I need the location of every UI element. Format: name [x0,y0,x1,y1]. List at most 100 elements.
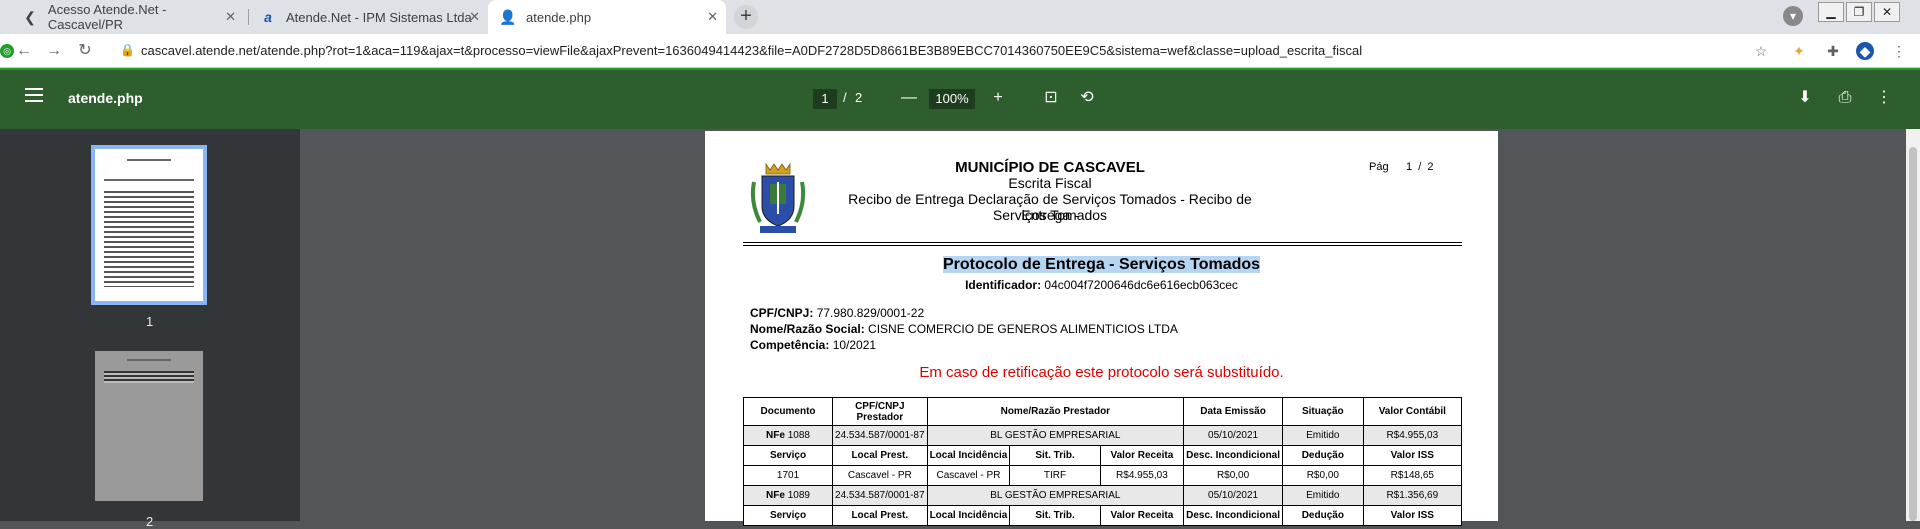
cpf-line: CPF/CNPJ: 77.980.829/0001-22 [750,306,924,320]
vertical-scrollbar[interactable] [1906,129,1920,521]
document-viewport[interactable]: MUNICÍPIO DE CASCAVEL Escrita Fiscal Rec… [300,129,1906,526]
tab-atende-net[interactable]: a Atende.Net - IPM Sistemas Ltda ✕ [252,0,488,34]
situacao-cell: Emitido [1282,485,1364,506]
scrollbar-thumb[interactable] [1909,147,1917,521]
servico-cell: R$148,65 [1362,465,1463,486]
thumbnail-page-2[interactable] [95,351,203,501]
selected-text[interactable]: Protocolo de Entrega - Serviços Tomados [942,256,1261,273]
zoom-in-button[interactable]: + [986,86,1010,110]
data-cell: 05/10/2021 [1183,425,1284,446]
servico-row: 1701 Cascavel - PR Cascavel - PR TIRF R$… [742,465,1463,486]
page-number-input[interactable]: 1 [813,89,837,109]
atende-logo-icon: a [264,9,272,25]
recibo-line-2: Serviços Tomados [992,207,1108,223]
cnpj-cell: 24.534.587/0001-87 [832,485,928,506]
valor-cell: R$1.356,69 [1362,485,1463,506]
bookmark-star-icon[interactable]: ☆ [1752,42,1770,60]
nome-value: CISNE COMERCIO DE GENEROS ALIMENTICIOS L… [868,322,1178,336]
sub-col: Local Incidência [926,445,1011,466]
sub-col: Serviço [742,505,834,526]
forward-button[interactable]: → [44,41,64,61]
zoom-input[interactable]: 100% [929,89,975,109]
browser-menu-icon[interactable]: ⋮ [1890,42,1908,60]
col-nome-prestador: Nome/Razão Prestador [926,397,1185,426]
thumb-table [103,191,195,287]
profile-dropdown-icon[interactable]: ▾ [1783,6,1803,26]
documento-cell: NFe 1088 [742,425,834,446]
tab-atende-php[interactable]: 👤 atende.php ✕ [488,0,726,34]
table-header-row: Documento CPF/CNPJ Prestador Nome/Razão … [742,397,1463,426]
fit-page-icon[interactable]: ⊡ [1039,86,1063,110]
nfe-label: NFe [766,430,785,441]
thumbnail-sidebar: 1 2 [0,129,300,529]
address-bar: ◎ ← → ↻ 🔒 cascavel.atende.net/atende.php… [0,34,1920,68]
zoom-out-button[interactable]: — [897,86,921,110]
back-button[interactable]: ← [14,41,34,61]
extension-icon[interactable]: ✦ [1790,42,1808,60]
header-divider [743,245,1462,246]
documento-cell: NFe 1089 [742,485,834,506]
competencia-value: 10/2021 [832,338,877,352]
tab-divider [248,9,249,25]
lock-icon[interactable]: 🔒 [120,43,135,57]
thumbnail-page-1[interactable] [91,145,207,305]
thumbnail-label: 1 [146,314,154,329]
close-icon[interactable]: ✕ [707,9,718,25]
sub-col: Local Prest. [832,445,928,466]
close-window-button[interactable]: ✕ [1874,2,1900,22]
more-options-icon[interactable]: ⋮ [1872,86,1896,110]
sub-header-row: Serviço Local Prest. Local Incidência Si… [742,445,1463,466]
servico-cell: 1701 [742,465,834,486]
profile-avatar-icon[interactable]: ◆ [1856,42,1874,60]
document-title: atende.php [68,90,143,106]
col-documento: Documento [742,397,834,426]
identificador-label: Identificador: [965,278,1042,292]
table-row: NFe 1088 24.534.587/0001-87 BL GESTÃO EM… [742,425,1463,446]
rotate-icon[interactable]: ⟲ [1075,86,1099,110]
reload-button[interactable]: ↻ [75,41,95,61]
col-valor-contabil: Valor Contábil [1362,397,1463,426]
menu-icon[interactable] [25,88,43,102]
extension-status-icon: ◎ [0,44,14,58]
cpf-label: CPF/CNPJ: [750,306,814,320]
header-divider [743,242,1462,243]
col-data-emissao: Data Emissão [1183,397,1284,426]
cascavel-crest-logo [750,162,806,233]
download-icon[interactable]: ⬇ [1793,86,1817,110]
thumb-line [127,359,171,361]
new-tab-button[interactable]: + [734,5,758,29]
servico-cell: R$4.955,03 [1099,465,1185,486]
valor-cell: R$4.955,03 [1362,425,1463,446]
close-icon[interactable]: ✕ [469,9,480,25]
tab-strip: ❮ Acesso Atende.Net - Cascavel/PR ✕ a At… [0,0,1920,34]
cpf-value: 77.980.829/0001-22 [816,306,925,320]
print-icon[interactable]: ⎙ [1833,86,1857,110]
sub-col: Dedução [1282,505,1364,526]
user-icon: 👤 [499,8,517,25]
identificador-value: 04c004f7200646dc6e616ecb063cec [1044,278,1238,292]
sub-col: Valor ISS [1362,445,1463,466]
servico-cell: TIRF [1009,465,1101,486]
protocolo-title: Protocolo de Entrega - Serviços Tomados [705,256,1498,274]
nome-label: Nome/Razão Social: [750,322,865,336]
doc-number: 1088 [787,430,810,441]
thumb-line [103,179,195,181]
page-separator: / [843,90,847,105]
total-pages: 2 [855,90,863,105]
table-row: NFe 1089 24.534.587/0001-87 BL GESTÃO EM… [742,485,1463,506]
tab-acesso[interactable]: ❮ Acesso Atende.Net - Cascavel/PR ✕ [14,0,244,34]
servico-cell: Cascavel - PR [926,465,1011,486]
nome-cell: BL GESTÃO EMPRESARIAL [926,425,1185,446]
sub-col: Valor ISS [1362,505,1463,526]
nfe-label: NFe [766,490,785,501]
sub-col: Local Incidência [926,505,1011,526]
tab-label: Acesso Atende.Net - Cascavel/PR [47,2,167,32]
pdf-toolbar: atende.php 1 / 2 — 100% + ⊡ ⟲ ⬇ ⎙ ⋮ [0,68,1920,129]
close-icon[interactable]: ✕ [225,9,236,25]
maximize-button[interactable]: ❐ [1846,2,1872,22]
minimize-button[interactable]: ▁ [1818,2,1844,22]
extensions-puzzle-icon[interactable]: ✚ [1824,42,1842,60]
nome-cell: BL GESTÃO EMPRESARIAL [926,485,1185,506]
thumb-table [103,371,195,383]
url-input[interactable]: cascavel.atende.net/atende.php?rot=1&aca… [141,43,1362,58]
